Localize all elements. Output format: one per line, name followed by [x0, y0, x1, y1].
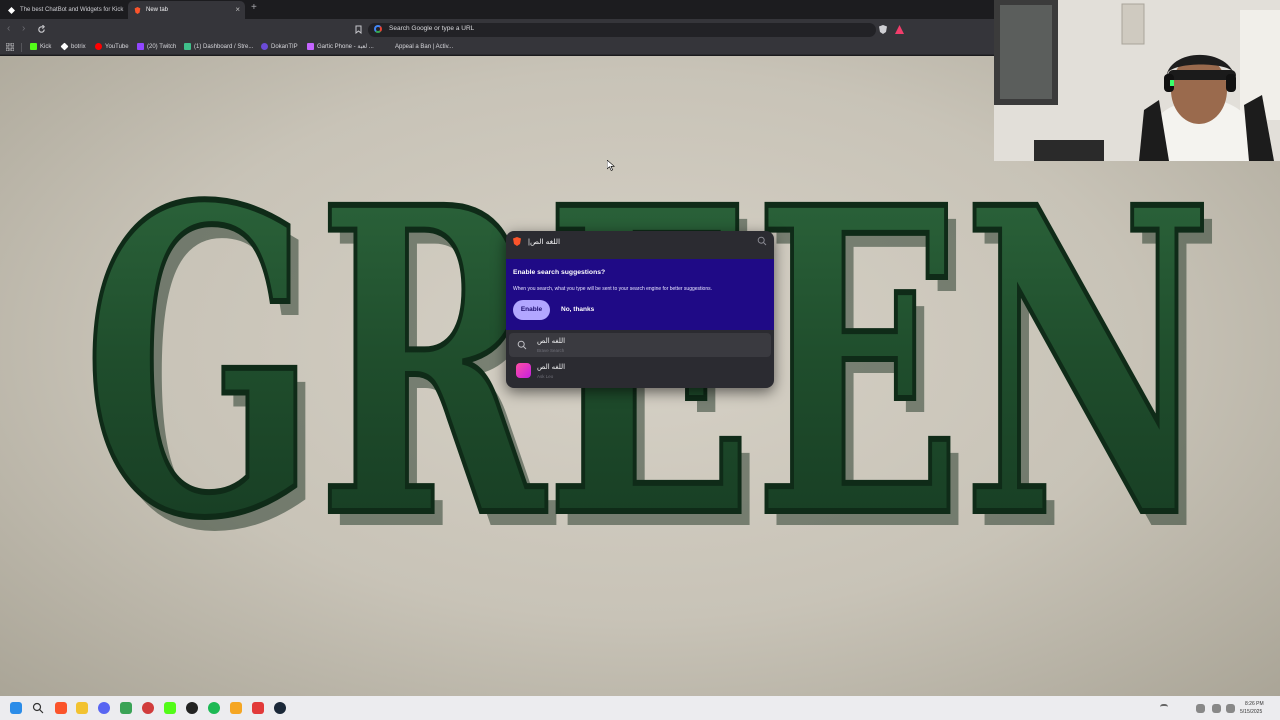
kick-icon	[30, 43, 37, 50]
brave-browser-icon[interactable]	[55, 702, 67, 714]
tab-new-tab[interactable]: New tab ×	[128, 1, 245, 19]
result-source: Brave Search	[537, 348, 565, 353]
search-icon[interactable]	[757, 236, 767, 246]
bookmark-botrix[interactable]: botrix	[60, 42, 86, 51]
tab-title: New tab	[146, 7, 169, 13]
tab-chatbot[interactable]: The best ChatBot and Widgets for Kick	[2, 1, 124, 19]
kick-app-icon[interactable]	[164, 702, 176, 714]
webcam-feed-image	[994, 0, 1280, 161]
bookmark-dashboard[interactable]: (1) Dashboard / Stre...	[184, 43, 253, 50]
forward-arrow-icon[interactable]: ›	[22, 23, 25, 34]
botrix-favicon-icon	[8, 6, 15, 14]
bookmark-youtube[interactable]: YouTube	[95, 43, 129, 50]
bookmarks-divider	[21, 43, 22, 52]
omnibox-popup: اللغه الص| Enable search suggestions? Wh…	[506, 231, 774, 388]
enable-suggestions-button[interactable]: Enable	[513, 300, 550, 320]
bookmark-icon[interactable]	[355, 25, 362, 34]
file-explorer-icon[interactable]	[76, 702, 88, 714]
search-suggestions-prompt: Enable search suggestions? When you sear…	[506, 259, 774, 330]
steam-icon[interactable]	[274, 702, 286, 714]
windows-start-icon[interactable]	[10, 702, 22, 714]
omnibox-input-row[interactable]: اللغه الص|	[506, 231, 774, 253]
gartic-icon	[307, 43, 314, 50]
spotify-icon[interactable]	[208, 702, 220, 714]
back-arrow-icon[interactable]: ‹	[7, 23, 10, 34]
dokantip-icon	[261, 43, 268, 50]
tab-title: The best ChatBot and Widgets for Kick	[20, 7, 124, 13]
bookmark-appeal-ban[interactable]: Appeal a Ban | Activ...	[385, 43, 453, 50]
discord-icon[interactable]	[98, 702, 110, 714]
brave-shields-icon[interactable]	[879, 25, 887, 34]
app-yellow-icon[interactable]	[230, 702, 242, 714]
webcam-overlay	[994, 0, 1280, 161]
bookmark-twitch[interactable]: (20) Twitch	[137, 43, 176, 50]
omnibox-result-brave-search[interactable]: اللغه الص Brave Search	[509, 333, 771, 357]
apps-grid-icon[interactable]	[6, 43, 14, 51]
github-icon[interactable]	[186, 702, 198, 714]
clock-time[interactable]: 8:26 PM	[1245, 701, 1264, 707]
omnibox-input[interactable]: اللغه الص|	[528, 237, 560, 246]
obs-icon[interactable]	[142, 702, 154, 714]
dashboard-icon	[184, 43, 191, 50]
youtube-icon	[95, 43, 102, 50]
network-icon[interactable]	[1212, 704, 1221, 713]
botrix-icon	[60, 42, 69, 51]
screen: The best ChatBot and Widgets for Kick Ne…	[0, 0, 1280, 720]
tray-chevron-icon[interactable]	[1160, 704, 1168, 712]
bookmark-dokantip[interactable]: DokanTIP	[261, 43, 298, 50]
app-icon[interactable]	[120, 702, 132, 714]
brave-favicon-icon	[134, 6, 141, 14]
mouse-cursor-icon	[607, 160, 615, 171]
bookmark-kick[interactable]: Kick	[30, 43, 51, 50]
reload-icon[interactable]	[37, 25, 46, 34]
suggestions-title: Enable search suggestions?	[513, 269, 606, 276]
activision-icon	[385, 43, 392, 50]
twitch-icon	[137, 43, 144, 50]
result-query: اللغه الص	[537, 364, 566, 371]
tray-app-icon[interactable]	[1196, 704, 1205, 713]
google-icon	[374, 25, 382, 33]
omnibox-result-ask-leo[interactable]: اللغه الص Ask Leo	[509, 359, 771, 383]
close-tab-icon[interactable]: ×	[235, 5, 240, 14]
search-icon	[517, 340, 527, 350]
address-placeholder: Search Google or type a URL	[389, 25, 475, 32]
brave-rewards-icon[interactable]	[895, 25, 904, 34]
no-thanks-button[interactable]: No, thanks	[561, 300, 594, 320]
volume-icon[interactable]	[1226, 704, 1235, 713]
suggestions-description: When you search, what you type will be s…	[513, 286, 712, 292]
app-red-icon[interactable]	[252, 702, 264, 714]
brave-lion-icon	[513, 237, 521, 246]
taskbar-search-icon[interactable]	[32, 702, 44, 714]
result-query: اللغه الص	[537, 338, 566, 345]
result-source: Ask Leo	[537, 374, 554, 379]
leo-ai-icon	[516, 363, 531, 378]
new-tab-button[interactable]: +	[251, 2, 257, 13]
clock-date[interactable]: 5/15/2025	[1240, 709, 1262, 715]
bookmark-gartic[interactable]: Gartic Phone - لعبة ...	[307, 43, 374, 50]
